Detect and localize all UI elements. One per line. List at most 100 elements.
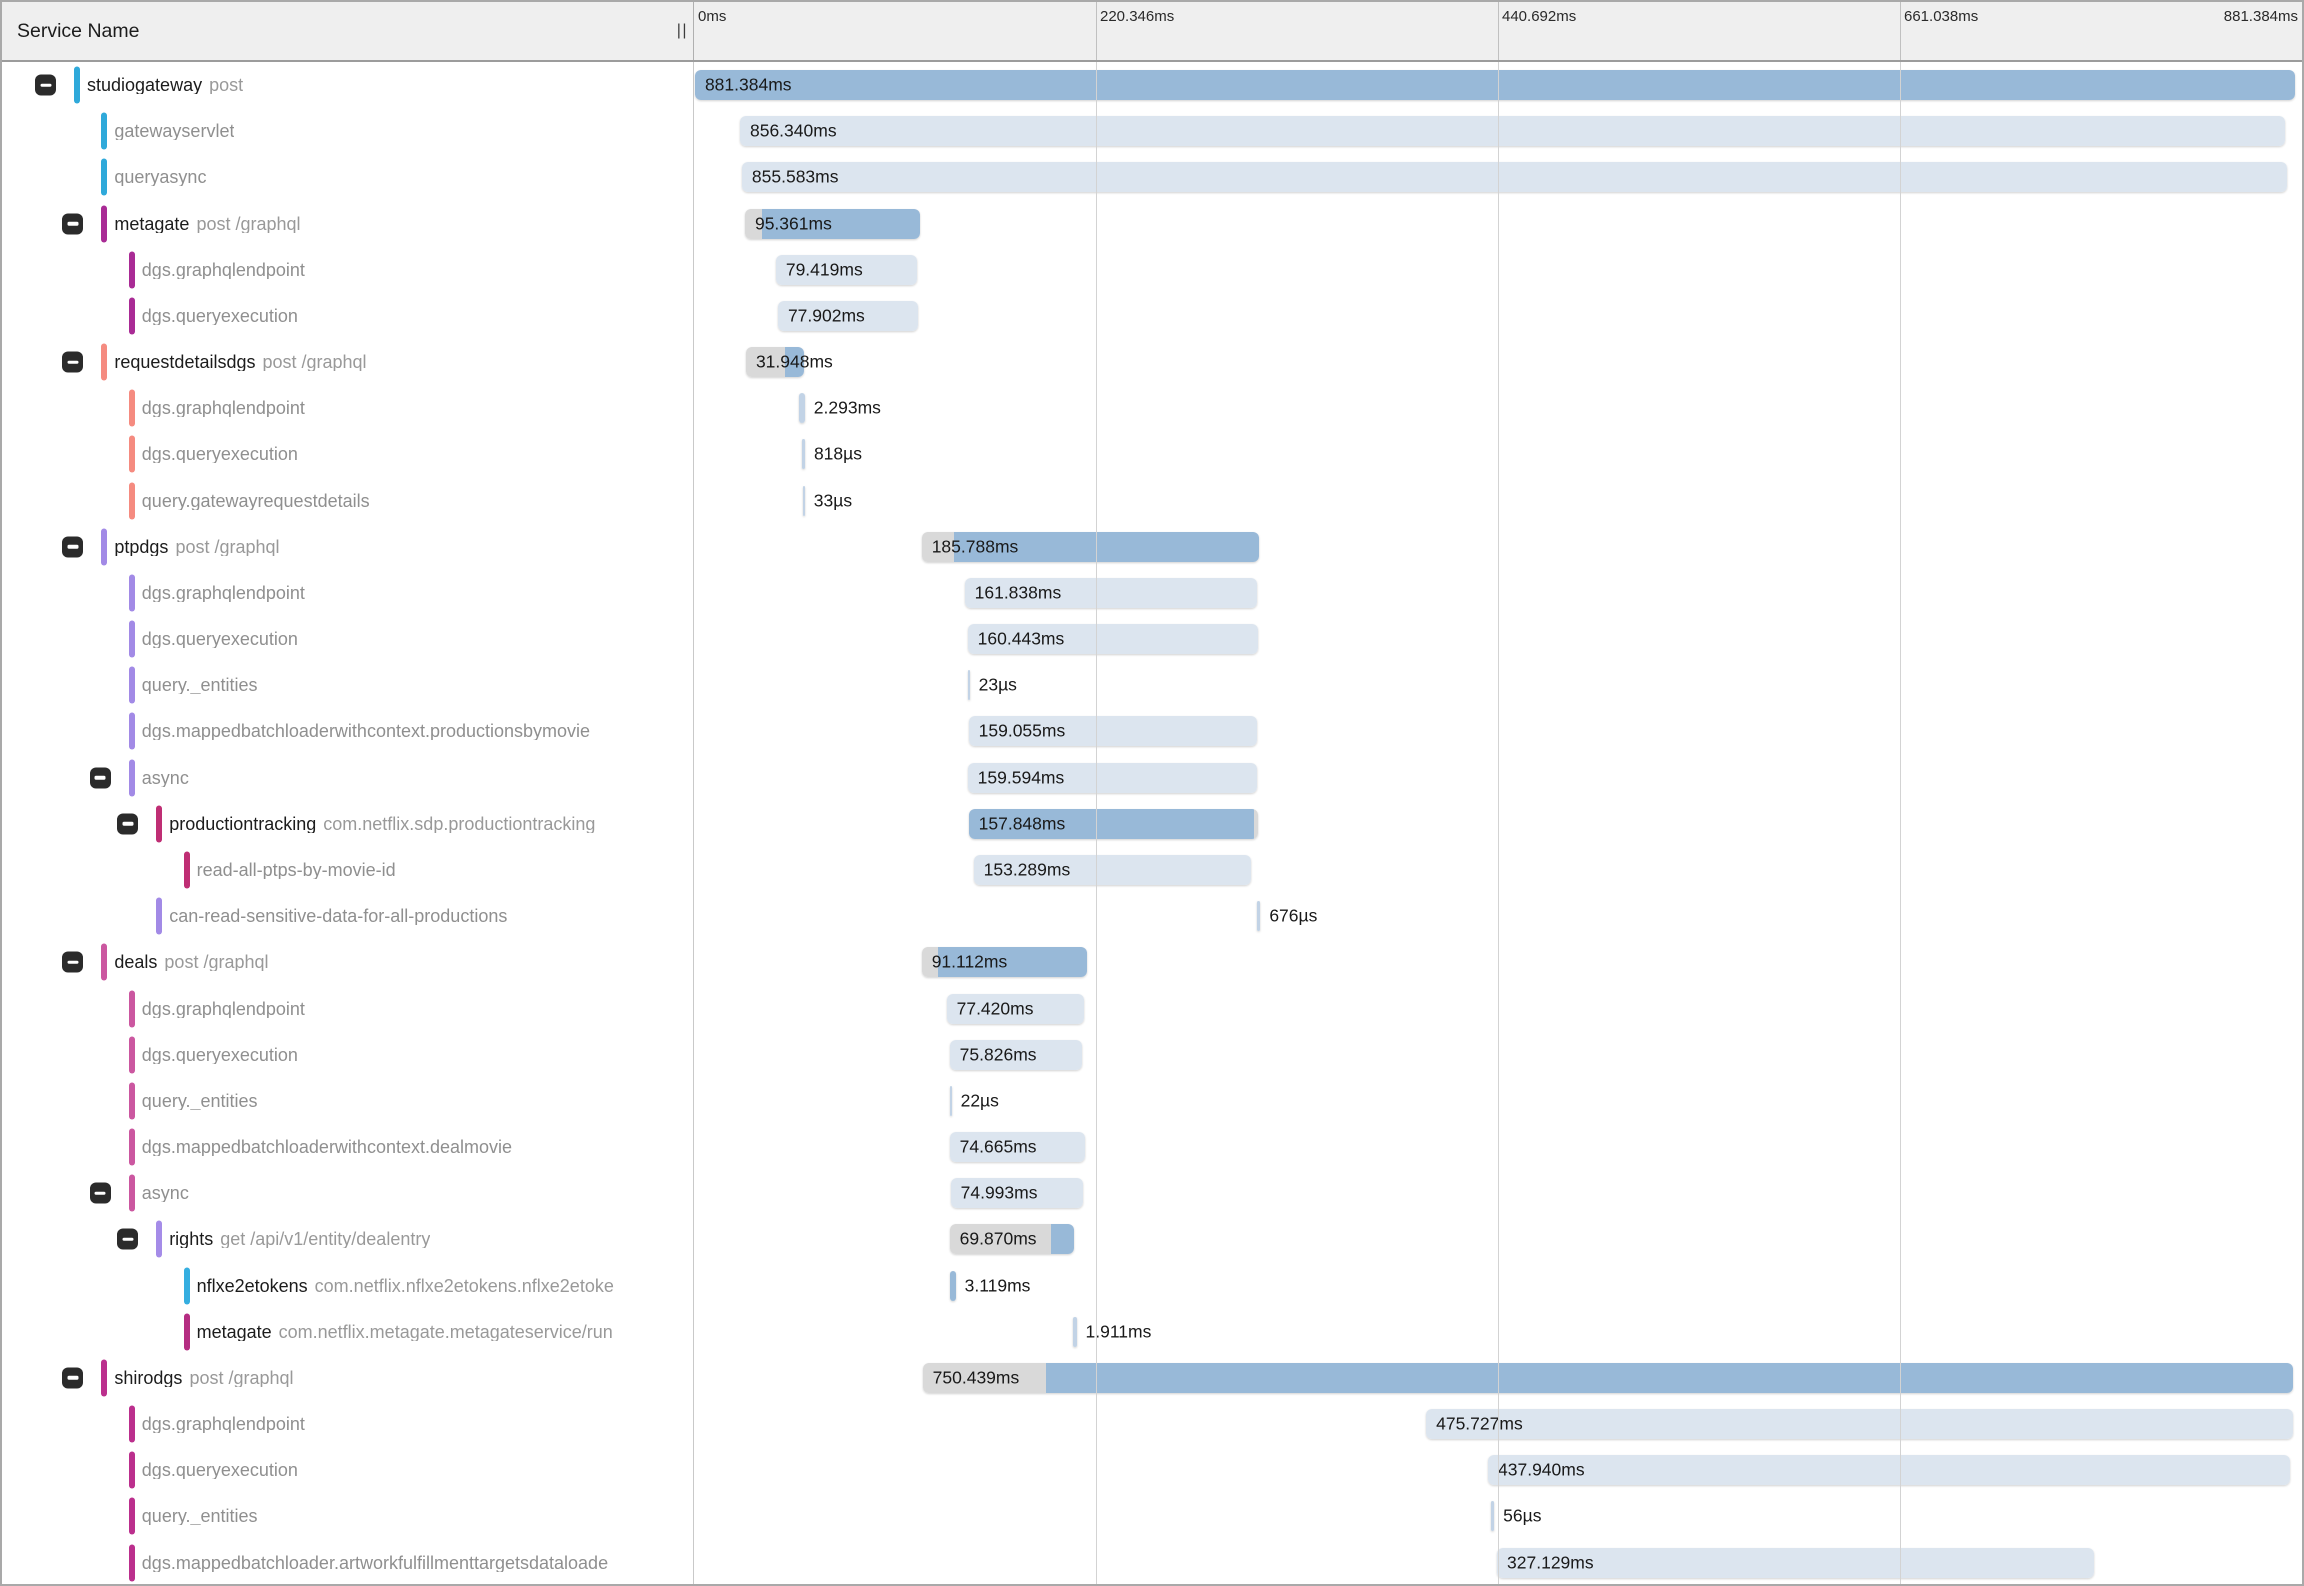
- duration-bar[interactable]: [922, 532, 1260, 562]
- trace-row[interactable]: dgs.graphqlendpoint 77.420ms: [2, 985, 2302, 1031]
- column-resize-handle[interactable]: ||: [677, 22, 688, 40]
- trace-row[interactable]: dgs.queryexecution 160.443ms: [2, 616, 2302, 662]
- collapse-toggle-button[interactable]: [62, 213, 83, 234]
- collapse-toggle-button[interactable]: [35, 75, 56, 96]
- collapse-toggle-button[interactable]: [62, 352, 83, 373]
- duration-bar[interactable]: [968, 624, 1259, 654]
- trace-row[interactable]: dgs.queryexecution 437.940ms: [2, 1447, 2302, 1493]
- trace-row[interactable]: ptpdgspost /graphql 185.788ms: [2, 524, 2302, 570]
- duration-bar[interactable]: [802, 439, 805, 469]
- duration-bar[interactable]: [778, 301, 918, 331]
- duration-bar[interactable]: [695, 70, 2295, 100]
- service-color-strip: [129, 297, 135, 334]
- row-service-cell: dgs.queryexecution: [2, 616, 694, 662]
- trace-row[interactable]: dgs.graphqlendpoint 161.838ms: [2, 570, 2302, 616]
- trace-row[interactable]: async 159.594ms: [2, 755, 2302, 801]
- duration-bar[interactable]: [950, 1224, 1075, 1254]
- duration-bar[interactable]: [1426, 1409, 2293, 1439]
- collapse-toggle-button[interactable]: [62, 536, 83, 557]
- duration-bar[interactable]: [923, 1363, 2293, 1393]
- row-service-cell: async: [2, 1170, 694, 1216]
- duration-bar[interactable]: [803, 486, 805, 516]
- trace-row[interactable]: requestdetailsdgspost /graphql 31.948ms: [2, 339, 2302, 385]
- duration-bar[interactable]: [776, 255, 917, 285]
- collapse-toggle-button[interactable]: [90, 1183, 111, 1204]
- row-labels: async: [142, 1184, 189, 1202]
- duration-bar[interactable]: [1491, 1501, 1494, 1531]
- trace-row[interactable]: dgs.mappedbatchloaderwithcontext.dealmov…: [2, 1124, 2302, 1170]
- trace-row[interactable]: read-all-ptps-by-movie-id 153.289ms: [2, 847, 2302, 893]
- duration-bar-segment: [1491, 1501, 1494, 1531]
- duration-bar[interactable]: [1488, 1455, 2290, 1485]
- duration-bar[interactable]: [922, 947, 1088, 977]
- trace-row[interactable]: dgs.graphqlendpoint 475.727ms: [2, 1401, 2302, 1447]
- duration-bar[interactable]: [746, 347, 804, 377]
- duration-bar[interactable]: [968, 670, 970, 700]
- trace-row[interactable]: metagatepost /graphql 95.361ms: [2, 201, 2302, 247]
- row-labels: ptpdgspost /graphql: [114, 538, 279, 556]
- duration-bar[interactable]: [968, 763, 1258, 793]
- row-labels: requestdetailsdgspost /graphql: [114, 353, 366, 371]
- trace-row[interactable]: gatewayservlet 856.340ms: [2, 108, 2302, 154]
- trace-row[interactable]: shirodgspost /graphql 750.439ms: [2, 1355, 2302, 1401]
- trace-row[interactable]: nflxe2etokenscom.netflix.nflxe2etokens.n…: [2, 1262, 2302, 1308]
- duration-bar[interactable]: [742, 162, 2287, 192]
- service-color-strip: [129, 1129, 135, 1166]
- trace-row[interactable]: dgs.queryexecution 818µs: [2, 431, 2302, 477]
- collapse-toggle-button[interactable]: [90, 767, 111, 788]
- duration-bar[interactable]: [740, 116, 2285, 146]
- duration-bar[interactable]: [969, 716, 1258, 746]
- duration-bar[interactable]: [969, 809, 1259, 839]
- trace-row[interactable]: queryasync 855.583ms: [2, 154, 2302, 200]
- trace-row[interactable]: rightsget /api/v1/entity/dealentry 69.87…: [2, 1216, 2302, 1262]
- span-operation-label: com.netflix.sdp.productiontracking: [323, 815, 595, 833]
- row-service-cell: dgs.queryexecution: [2, 431, 694, 477]
- trace-row[interactable]: dgs.graphqlendpoint 79.419ms: [2, 247, 2302, 293]
- span-operation-label: post /graphql: [175, 538, 279, 556]
- trace-row[interactable]: dgs.mappedbatchloader.artworkfulfillment…: [2, 1540, 2302, 1585]
- duration-bar[interactable]: [965, 578, 1258, 608]
- duration-bar[interactable]: [1497, 1548, 2094, 1578]
- collapse-toggle-button[interactable]: [62, 1367, 83, 1388]
- duration-bar[interactable]: [1257, 901, 1260, 931]
- duration-bar[interactable]: [950, 1132, 1085, 1162]
- trace-row[interactable]: can-read-sensitive-data-for-all-producti…: [2, 893, 2302, 939]
- trace-row[interactable]: dgs.mappedbatchloaderwithcontext.product…: [2, 708, 2302, 754]
- duration-bar[interactable]: [745, 209, 920, 239]
- trace-row[interactable]: studiogatewaypost 881.384ms: [2, 62, 2302, 108]
- service-name-label: dgs.graphqlendpoint: [142, 399, 305, 417]
- row-timeline-cell: 74.993ms: [694, 1170, 2302, 1216]
- service-name-label: rights: [169, 1230, 213, 1248]
- duration-bar-segment: [922, 532, 954, 562]
- collapse-toggle-button[interactable]: [62, 952, 83, 973]
- service-name-header-label: Service Name: [17, 20, 139, 43]
- duration-bar[interactable]: [974, 855, 1252, 885]
- duration-bar[interactable]: [950, 1271, 956, 1301]
- row-service-cell: dgs.graphqlendpoint: [2, 247, 694, 293]
- trace-row[interactable]: productiontrackingcom.netflix.sdp.produc…: [2, 801, 2302, 847]
- trace-row[interactable]: query.gatewayrequestdetails 33µs: [2, 478, 2302, 524]
- trace-row[interactable]: query._entities 23µs: [2, 662, 2302, 708]
- collapse-toggle-button[interactable]: [117, 1229, 138, 1250]
- trace-row[interactable]: dealspost /graphql 91.112ms: [2, 939, 2302, 985]
- duration-bar[interactable]: [1073, 1317, 1076, 1347]
- duration-bar[interactable]: [947, 994, 1085, 1024]
- trace-row[interactable]: dgs.graphqlendpoint 2.293ms: [2, 385, 2302, 431]
- trace-row[interactable]: dgs.queryexecution 75.826ms: [2, 1032, 2302, 1078]
- trace-row[interactable]: metagatecom.netflix.metagate.metagateser…: [2, 1309, 2302, 1355]
- duration-bar[interactable]: [950, 1040, 1082, 1070]
- duration-bar[interactable]: [799, 393, 805, 423]
- row-service-cell: query._entities: [2, 662, 694, 708]
- service-name-label: dgs.queryexecution: [142, 1461, 298, 1479]
- duration-bar[interactable]: [950, 1086, 952, 1116]
- trace-row[interactable]: async 74.993ms: [2, 1170, 2302, 1216]
- row-labels: rightsget /api/v1/entity/dealentry: [169, 1230, 430, 1248]
- span-operation-label: com.netflix.nflxe2etokens.nflxe2etoke: [315, 1277, 614, 1295]
- trace-row[interactable]: query._entities 56µs: [2, 1493, 2302, 1539]
- duration-bar-segment: [922, 947, 938, 977]
- trace-row[interactable]: query._entities 22µs: [2, 1078, 2302, 1124]
- collapse-toggle-button[interactable]: [117, 813, 138, 834]
- duration-bar-segment: [695, 70, 2295, 100]
- trace-row[interactable]: dgs.queryexecution 77.902ms: [2, 293, 2302, 339]
- duration-bar[interactable]: [951, 1178, 1084, 1208]
